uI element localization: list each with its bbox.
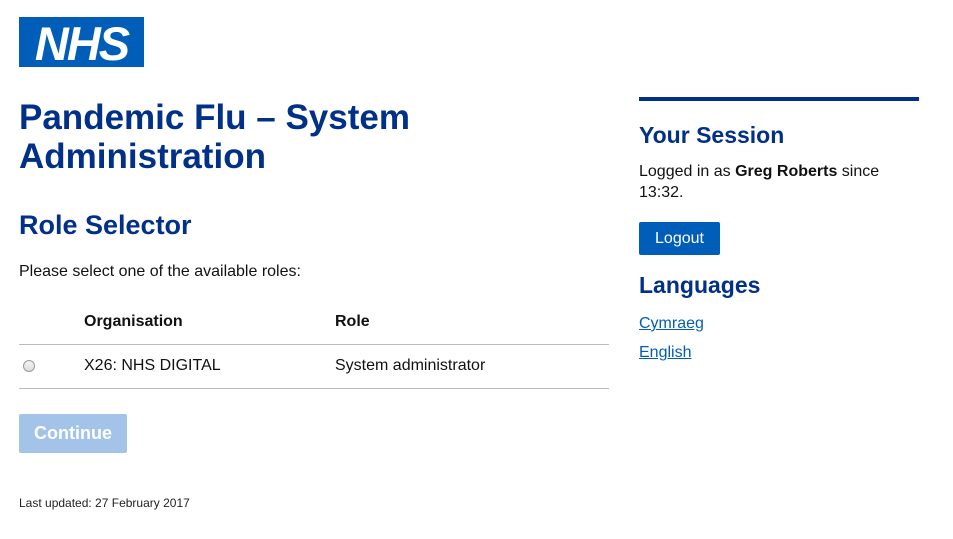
session-prefix: Logged in as: [639, 163, 731, 180]
language-list: Cymraeg English: [639, 313, 919, 363]
language-item: Cymraeg: [639, 313, 919, 334]
continue-button[interactable]: Continue: [19, 413, 127, 453]
logout-button[interactable]: Logout: [639, 222, 720, 255]
role-cell: System administrator: [335, 344, 609, 389]
user-name: Greg Roberts: [735, 163, 838, 180]
language-item: English: [639, 342, 919, 363]
page: NHS Pandemic Flu – System Administration…: [0, 0, 953, 539]
column-header-organisation: Organisation: [84, 308, 335, 345]
table-header-row: Organisation Role: [19, 308, 609, 345]
instruction-text: Please select one of the available roles…: [19, 263, 301, 280]
organisation-cell: X26: NHS DIGITAL: [84, 344, 335, 389]
section-title: Role Selector: [19, 210, 192, 240]
table-row[interactable]: X26: NHS DIGITAL System administrator: [19, 344, 609, 389]
column-header-role: Role: [335, 308, 609, 345]
language-link-english[interactable]: English: [639, 344, 691, 361]
last-updated-text: Last updated: 27 February 2017: [19, 495, 190, 510]
column-header-select: [19, 308, 84, 345]
roles-table: Organisation Role X26: NHS DIGITAL Syste…: [19, 308, 609, 389]
session-title: Your Session: [639, 122, 785, 148]
page-title: Pandemic Flu – System Administration: [19, 98, 410, 176]
role-radio-button[interactable]: [23, 359, 35, 372]
main-content: Pandemic Flu – System Administration Rol…: [19, 98, 609, 510]
language-link-cymraeg[interactable]: Cymraeg: [639, 315, 704, 332]
nhs-logo[interactable]: NHS: [19, 17, 144, 67]
session-info: Logged in as Greg Roberts since 13:32.: [639, 161, 889, 203]
languages-title: Languages: [639, 272, 761, 298]
nhs-logo-text: NHS: [34, 16, 130, 70]
sidebar: Your Session Logged in as Greg Roberts s…: [639, 97, 919, 371]
role-select-cell: [19, 344, 84, 389]
sidebar-divider: [639, 97, 919, 101]
